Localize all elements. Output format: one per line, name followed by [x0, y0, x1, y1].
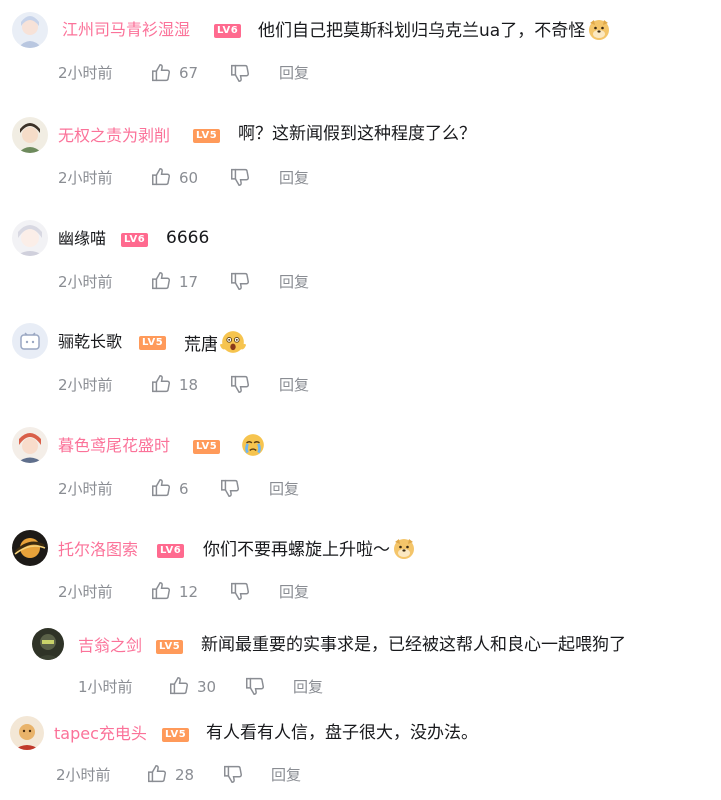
level-badge: LV5 [193, 129, 221, 143]
timestamp: 2小时前 [58, 64, 113, 82]
comment-text: 他们自己把莫斯科划归乌克兰ua了，不奇怪 [258, 17, 611, 48]
username[interactable]: 吉翁之剑 [78, 636, 142, 656]
timestamp: 1小时前 [78, 678, 133, 696]
avatar[interactable] [12, 117, 48, 153]
level-badge: LV5 [156, 640, 184, 654]
username[interactable]: 托尔洛图索 [58, 540, 138, 560]
thumbs-down-icon[interactable] [222, 763, 244, 789]
username[interactable]: 无权之责为剥削 [58, 126, 170, 146]
avatar[interactable] [32, 628, 64, 660]
comment-body: 6666 [166, 228, 210, 248]
reply-button[interactable]: 回复 [279, 582, 309, 602]
reply-button[interactable]: 回复 [279, 168, 309, 188]
thumbs-down-icon[interactable] [244, 675, 266, 701]
comment-text: 你们不要再螺旋上升啦～ [203, 536, 416, 567]
reply-button[interactable]: 回复 [269, 479, 299, 499]
comment-text: 啊？这新闻假到这种程度了么？ [238, 122, 476, 146]
comment-body: 啊？这新闻假到这种程度了么？ [238, 124, 476, 144]
username[interactable]: 江州司马青衫湿湿 [62, 20, 190, 40]
reply-button[interactable]: 回复 [279, 63, 309, 83]
avatar[interactable] [12, 12, 48, 48]
comment-body: 有人看有人信，盘子很大，没办法。 [206, 723, 478, 743]
like-count: 17 [179, 273, 199, 291]
comment-text: 新闻最重要的实事求是，已经被这帮人和良心一起喂狗了 [201, 633, 626, 657]
level-badge: LV6 [121, 233, 149, 247]
like-count: 18 [179, 376, 199, 394]
timestamp: 2小时前 [58, 169, 113, 187]
avatar[interactable] [12, 323, 48, 359]
comment-text [238, 432, 266, 465]
thumbs-down-icon[interactable] [219, 477, 241, 503]
reply-button[interactable]: 回复 [271, 765, 301, 785]
username[interactable]: 骊乾长歌 [58, 332, 122, 352]
doge-face-icon [587, 17, 611, 48]
thumbs-up-icon[interactable] [150, 580, 172, 606]
thumbs-down-icon[interactable] [229, 373, 251, 399]
username[interactable]: 幽缘喵 [58, 229, 106, 249]
like-count: 30 [197, 678, 217, 696]
reply-button[interactable]: 回复 [293, 677, 323, 697]
comment-text: 有人看有人信，盘子很大，没办法。 [206, 721, 478, 745]
level-badge: LV6 [157, 544, 185, 558]
avatar[interactable] [12, 530, 48, 566]
thumbs-up-icon[interactable] [150, 166, 172, 192]
thumbs-down-icon[interactable] [229, 166, 251, 192]
thumbs-up-icon[interactable] [146, 763, 168, 789]
avatar[interactable] [12, 220, 48, 256]
level-badge: LV6 [214, 24, 242, 38]
thumbs-up-icon[interactable] [150, 270, 172, 296]
username[interactable]: 暮色鸢尾花盛时 [58, 436, 170, 456]
thumbs-up-icon[interactable] [150, 62, 172, 88]
timestamp: 2小时前 [56, 766, 111, 784]
comment-body: 他们自己把莫斯科划归乌克兰ua了，不奇怪 [258, 21, 586, 41]
level-badge: LV5 [193, 440, 221, 454]
like-count: 12 [179, 583, 199, 601]
timestamp: 2小时前 [58, 376, 113, 394]
like-count: 6 [179, 480, 189, 498]
comment-text: 荒唐 [184, 329, 247, 362]
comment-body: 你们不要再螺旋上升啦～ [203, 540, 390, 560]
thumbs-down-icon[interactable] [229, 62, 251, 88]
like-count: 67 [179, 64, 199, 82]
thumbs-up-icon[interactable] [168, 675, 190, 701]
reply-button[interactable]: 回复 [279, 375, 309, 395]
level-badge: LV5 [139, 336, 167, 350]
like-count: 28 [175, 766, 195, 784]
doge-face-icon [392, 536, 416, 567]
crying-face-icon [240, 432, 266, 465]
thumbs-down-icon[interactable] [229, 580, 251, 606]
comment-body: 新闻最重要的实事求是，已经被这帮人和良心一起喂狗了 [201, 635, 626, 655]
thumbs-up-icon[interactable] [150, 477, 172, 503]
comment-body: 荒唐 [184, 335, 218, 355]
thumbs-down-icon[interactable] [229, 270, 251, 296]
level-badge: LV5 [162, 728, 190, 742]
timestamp: 2小时前 [58, 480, 113, 498]
shocked-face-icon [219, 329, 247, 362]
timestamp: 2小时前 [58, 273, 113, 291]
avatar[interactable] [12, 427, 48, 463]
like-count: 60 [179, 169, 199, 187]
timestamp: 2小时前 [58, 583, 113, 601]
thumbs-up-icon[interactable] [150, 373, 172, 399]
comment-text: 6666 [166, 226, 209, 250]
reply-button[interactable]: 回复 [279, 272, 309, 292]
avatar[interactable] [10, 716, 44, 750]
username[interactable]: tapec充电头 [54, 724, 147, 744]
